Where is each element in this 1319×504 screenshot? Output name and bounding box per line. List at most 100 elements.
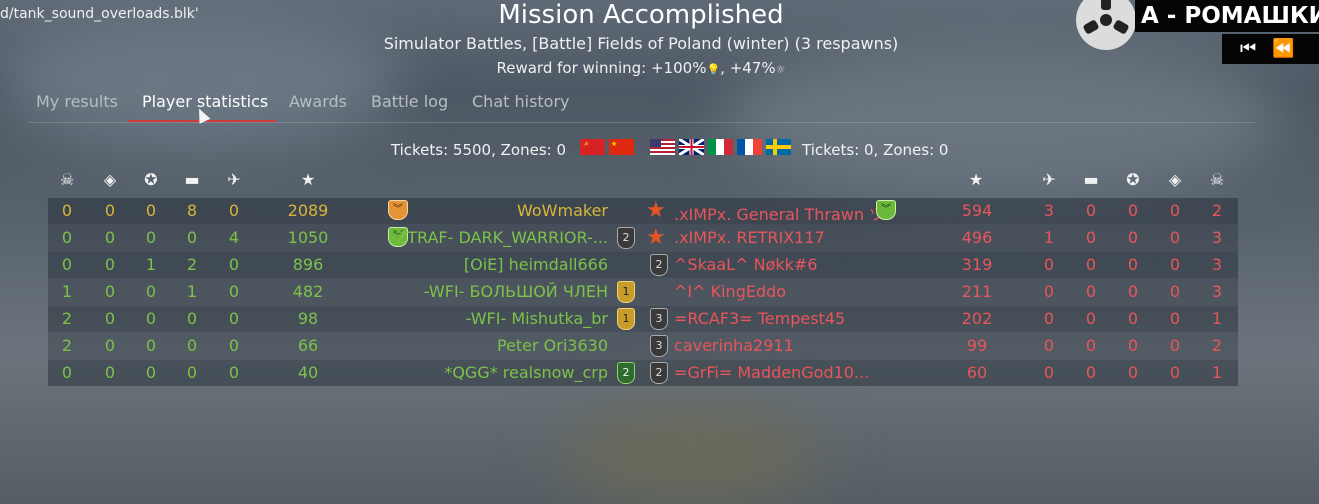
right-ground-kills: 0 [1085,336,1097,355]
skip-previous-icon[interactable]: ⏮ [1240,38,1256,59]
silver-lions-icon: ☼ [775,63,786,76]
right-player-name[interactable]: =RCAF3= Tempest45 [674,309,914,328]
right-deaths: 3 [1211,255,1223,274]
left-score: 896 [292,255,324,274]
right-assists: 0 [1127,336,1139,355]
reward-line: Reward for winning: +100%💡, +47%☼ [0,59,1282,77]
left-deaths: 0 [61,228,73,247]
right-deaths: 2 [1211,201,1223,220]
ground-kills-tank-icon: ▬ [1083,170,1099,189]
right-team-tickets: Tickets: 0, Zones: 0 [802,141,949,159]
right-player-name[interactable]: ^I^ KingEddo [674,282,914,301]
right-captures: 0 [1169,201,1181,220]
left-deaths: 2 [61,336,73,355]
right-player-name[interactable]: ^SkaaL^ Nøkk#6 [674,255,914,274]
left-air-kills: 4 [228,228,240,247]
right-player-name[interactable]: .xIMPx. RETRIX117 [674,228,914,247]
deaths-skull-icon: ☠ [1209,170,1225,189]
table-row[interactable]: 0 0 0 0 0 40 *QGG* realsnow_crp 2 2 =GrF… [48,360,1238,386]
france-flag-icon [737,139,762,155]
right-player-name[interactable]: =GrFi= MaddenGod10... [674,363,914,382]
left-score: 1050 [287,228,329,247]
right-score: 60 [966,363,988,382]
right-deaths: 1 [1211,363,1223,382]
right-captures: 0 [1169,282,1181,301]
table-row[interactable]: 2 0 0 0 0 98 -WFI- Mishutka_br 1 3 =RCAF… [48,306,1238,332]
left-ground-kills: 0 [186,336,198,355]
rewind-icon[interactable]: ⏪ [1272,38,1294,59]
assists-wreath-icon: ✪ [1126,170,1140,189]
captures-diamond-icon: ◈ [1168,170,1182,189]
left-player-name[interactable]: -ZTRAF- DARK_WARRIOR-... [368,228,608,247]
table-row[interactable]: 0 0 0 0 4 1050 ︾ -ZTRAF- DARK_WARRIOR-..… [48,225,1238,251]
right-player-name[interactable]: caverinha2911 [674,336,914,355]
player-rank-badge: 2 [617,227,635,249]
left-score: 98 [297,309,319,328]
right-deaths: 2 [1211,336,1223,355]
left-ground-kills: 8 [186,201,198,220]
right-assists: 0 [1127,282,1139,301]
right-score: 211 [961,282,993,301]
left-player-name[interactable]: [OiE] heimdall666 [368,255,608,274]
left-score: 66 [297,336,319,355]
italy-flag-icon [708,139,733,155]
right-ground-kills: 0 [1085,255,1097,274]
score-star-icon: ★ [300,170,316,189]
left-ground-kills: 0 [186,228,198,247]
right-air-kills: 0 [1043,309,1055,328]
score-star-icon: ★ [968,170,984,189]
left-captures: 0 [104,363,116,382]
left-player-name[interactable]: Peter Ori3630 [368,336,608,355]
table-row[interactable]: 0 0 1 2 0 896 [OiE] heimdall666 2 ^SkaaL… [48,252,1238,278]
left-player-name[interactable]: -WFI- БОЛЬШОЙ ЧЛЕН [368,282,608,301]
left-deaths: 0 [61,255,73,274]
right-score: 319 [961,255,993,274]
player-rank-badge: 2 [650,362,668,384]
right-ground-kills: 0 [1085,228,1097,247]
player-rank-badge: 3 [650,308,668,330]
right-air-kills: 0 [1043,336,1055,355]
left-captures: 0 [104,336,116,355]
left-player-name[interactable]: -WFI- Mishutka_br [368,309,608,328]
tab-awards[interactable]: Awards [289,92,347,111]
tab-chat-history[interactable]: Chat history [472,92,570,111]
left-player-name[interactable]: *QGG* realsnow_crp [368,363,608,382]
ground-blob [560,410,820,500]
right-deaths: 3 [1211,282,1223,301]
sky-blob [0,10,400,150]
squad-rank-badge-icon: ︾ [876,200,896,220]
right-captures: 0 [1169,336,1181,355]
left-assists: 0 [145,201,157,220]
left-ground-kills: 0 [186,363,198,382]
left-player-name[interactable]: WoWmaker [368,201,608,220]
left-captures: 0 [104,282,116,301]
tab-battle-log[interactable]: Battle log [371,92,448,111]
table-row[interactable]: 2 0 0 0 0 66 Peter Ori3630 3 caverinha29… [48,333,1238,359]
deaths-skull-icon: ☠ [59,170,75,189]
right-assists: 0 [1127,228,1139,247]
left-ground-kills: 0 [186,309,198,328]
uk-flag-icon [679,139,704,155]
reward-text-2: , +47% [720,59,776,77]
right-assists: 0 [1127,363,1139,382]
right-air-kills: 0 [1043,255,1055,274]
left-score: 2089 [287,201,329,220]
left-assists: 0 [145,228,157,247]
usa-flag-icon [650,139,675,155]
left-score: 482 [292,282,324,301]
right-captures: 0 [1169,255,1181,274]
right-score: 496 [961,228,993,247]
table-row[interactable]: 0 0 0 8 0 2089 ︾ WoWmaker ★ .xIMPx. Gene… [48,198,1238,224]
left-captures: 0 [104,309,116,328]
right-air-kills: 1 [1043,228,1055,247]
left-air-kills: 0 [228,282,240,301]
tab-my-results[interactable]: My results [36,92,118,111]
right-air-kills: 3 [1043,201,1055,220]
left-air-kills: 0 [228,309,240,328]
left-captures: 0 [104,255,116,274]
right-assists: 0 [1127,255,1139,274]
table-row[interactable]: 1 0 0 1 0 482 -WFI- БОЛЬШОЙ ЧЛЕН 1 ^I^ K… [48,279,1238,305]
player-rank-badge: 2 [650,254,668,276]
air-kills-plane-icon: ✈ [1042,170,1056,189]
left-captures: 0 [104,228,116,247]
